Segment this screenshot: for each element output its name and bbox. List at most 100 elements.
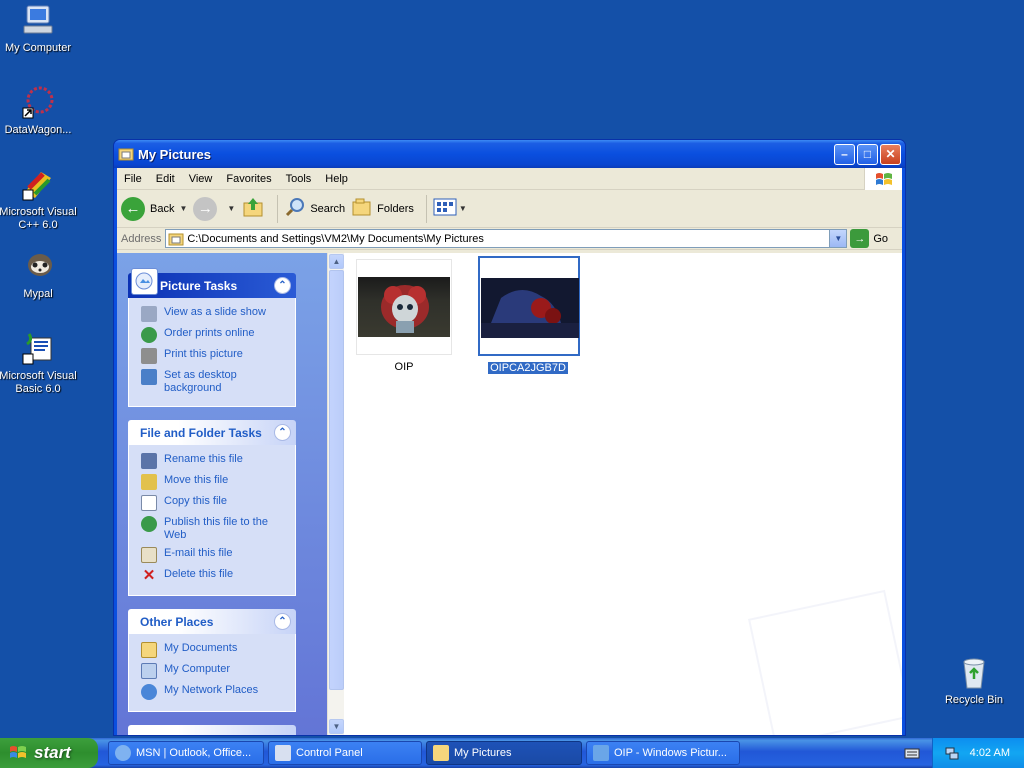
file-folder-tasks-header[interactable]: File and Folder Tasks ⌃ — [128, 420, 296, 445]
menu-file[interactable]: File — [117, 173, 149, 185]
my-documents-icon — [141, 642, 157, 658]
rename-icon — [141, 453, 157, 469]
taskbar-item-control-panel[interactable]: Control Panel — [268, 741, 422, 765]
menu-view[interactable]: View — [182, 173, 220, 185]
up-folder-button[interactable] — [241, 195, 265, 222]
move-icon — [141, 474, 157, 490]
thumbnail-frame — [478, 256, 580, 356]
forward-button[interactable]: → ▼ — [193, 196, 235, 221]
scroll-thumb[interactable] — [329, 270, 344, 690]
scroll-down-icon[interactable]: ▼ — [329, 719, 344, 734]
details-panel — [128, 725, 296, 735]
picture-tasks-panel: Picture Tasks ⌃ View as a slide show Ord… — [128, 268, 296, 407]
taskbar-item-picture-viewer[interactable]: OIP - Windows Pictur... — [586, 741, 740, 765]
window-title: My Pictures — [138, 146, 211, 162]
keyboard-icon[interactable] — [904, 745, 920, 761]
task-move-file[interactable]: Move this file — [141, 474, 289, 490]
task-pane-scrollbar[interactable]: ▲ ▼ — [327, 253, 344, 735]
desktop-icon-recycle-bin[interactable]: Recycle Bin — [934, 656, 1014, 707]
network-tray-icon[interactable] — [944, 745, 960, 761]
address-input[interactable]: C:\Documents and Settings\VM2\My Documen… — [165, 229, 848, 248]
folder-pictures-icon — [168, 232, 184, 246]
go-button[interactable]: → Go — [850, 229, 888, 248]
desktop-background-icon — [141, 369, 157, 385]
folders-button[interactable]: Folders — [351, 196, 414, 221]
minimize-icon: – — [841, 147, 848, 161]
maximize-button[interactable]: □ — [857, 143, 878, 165]
details-header[interactable] — [128, 725, 296, 735]
menu-tools[interactable]: Tools — [279, 173, 319, 185]
file-folder-tasks-panel: File and Folder Tasks ⌃ Rename this file… — [128, 420, 296, 596]
views-button[interactable]: ▼ — [433, 197, 467, 220]
mypal-icon — [21, 250, 55, 284]
desktop-icon-visual-cpp[interactable]: Microsoft Visual C++ 6.0 — [0, 168, 78, 232]
maximize-icon: □ — [863, 147, 872, 161]
task-delete-file[interactable]: ✕ Delete this file — [141, 568, 289, 584]
menu-favorites[interactable]: Favorites — [219, 173, 278, 185]
task-pane: Picture Tasks ⌃ View as a slide show Ord… — [117, 253, 327, 735]
collapse-chevron-icon[interactable]: ⌃ — [274, 424, 291, 441]
place-my-documents[interactable]: My Documents — [141, 642, 289, 658]
task-email-file[interactable]: E-mail this file — [141, 547, 289, 563]
file-thumbnail-selected[interactable]: OIPCA2JGB7D — [478, 256, 580, 375]
place-my-computer[interactable]: My Computer — [141, 663, 289, 679]
file-thumbnail[interactable]: OIP — [354, 259, 454, 373]
desktop-icon-my-computer[interactable]: My Computer — [0, 4, 78, 55]
back-button[interactable]: ← Back ▼ — [121, 196, 187, 221]
minimize-button[interactable]: – — [834, 143, 855, 165]
desktop-icon-datawagon[interactable]: DataWagon... — [0, 86, 78, 137]
file-name-selected[interactable]: OIPCA2JGB7D — [487, 361, 569, 375]
task-set-desktop-background[interactable]: Set as desktop background — [141, 369, 289, 395]
collapse-chevron-icon[interactable]: ⌃ — [274, 277, 291, 294]
collapse-chevron-icon[interactable]: ⌃ — [274, 613, 291, 630]
address-bar: Address C:\Documents and Settings\VM2\My… — [117, 228, 902, 250]
other-places-panel: Other Places ⌃ My Documents My Computer … — [128, 609, 296, 712]
file-name: OIP — [394, 361, 414, 373]
control-panel-icon — [275, 745, 291, 761]
toolbar-separator — [425, 194, 427, 223]
views-dropdown-icon[interactable]: ▼ — [459, 204, 467, 213]
address-label: Address — [121, 232, 162, 245]
picture-tasks-icon — [131, 268, 158, 295]
scroll-up-icon[interactable]: ▲ — [329, 254, 344, 269]
clock[interactable]: 4:02 AM — [970, 747, 1010, 759]
folders-icon — [351, 196, 373, 221]
toolbar: ← Back ▼ → ▼ Search Folders ▼ — [117, 190, 902, 228]
forward-dropdown-icon[interactable]: ▼ — [227, 204, 235, 213]
task-publish-web[interactable]: Publish this file to the Web — [141, 516, 289, 542]
back-dropdown-icon[interactable]: ▼ — [179, 204, 187, 213]
desktop-icon-mypal[interactable]: Mypal — [0, 250, 78, 301]
my-computer-icon — [21, 4, 55, 38]
doll-picture-icon — [381, 285, 429, 333]
task-copy-file[interactable]: Copy this file — [141, 495, 289, 511]
place-my-network-places[interactable]: My Network Places — [141, 684, 289, 700]
my-computer-icon — [141, 663, 157, 679]
taskbar-item-msn[interactable]: MSN | Outlook, Office... — [108, 741, 264, 765]
go-arrow-icon: → — [850, 229, 870, 248]
picture-tasks-header[interactable]: Picture Tasks ⌃ — [128, 268, 296, 298]
menu-help[interactable]: Help — [318, 173, 355, 185]
copy-icon — [141, 495, 157, 511]
task-order-prints[interactable]: Order prints online — [141, 327, 289, 343]
close-icon: ✕ — [885, 147, 896, 161]
close-button[interactable]: ✕ — [880, 143, 901, 165]
picture-tasks-body: View as a slide show Order prints online… — [128, 298, 296, 407]
task-print-picture[interactable]: Print this picture — [141, 348, 289, 364]
title-bar[interactable]: My Pictures – □ ✕ — [114, 140, 905, 168]
taskbar-item-my-pictures[interactable]: My Pictures — [426, 741, 582, 765]
folder-pictures-icon — [433, 745, 449, 761]
file-view[interactable]: OIP OIPCA2JGB7D — [344, 253, 902, 735]
explorer-window[interactable]: My Pictures – □ ✕ File Edit View Favorit… — [113, 139, 906, 736]
desktop-icon-visual-basic[interactable]: Microsoft Visual Basic 6.0 — [0, 332, 78, 396]
task-rename-file[interactable]: Rename this file — [141, 453, 289, 469]
search-button[interactable]: Search — [284, 196, 345, 221]
windows-logo-icon — [8, 744, 28, 762]
address-dropdown-icon[interactable]: ▼ — [829, 230, 847, 247]
other-places-header[interactable]: Other Places ⌃ — [128, 609, 296, 634]
start-button[interactable]: start — [0, 738, 98, 768]
menu-edit[interactable]: Edit — [149, 173, 182, 185]
views-icon — [433, 197, 457, 220]
menu-bar: File Edit View Favorites Tools Help — [117, 168, 902, 190]
task-view-slideshow[interactable]: View as a slide show — [141, 306, 289, 322]
folder-pictures-icon — [118, 146, 134, 162]
